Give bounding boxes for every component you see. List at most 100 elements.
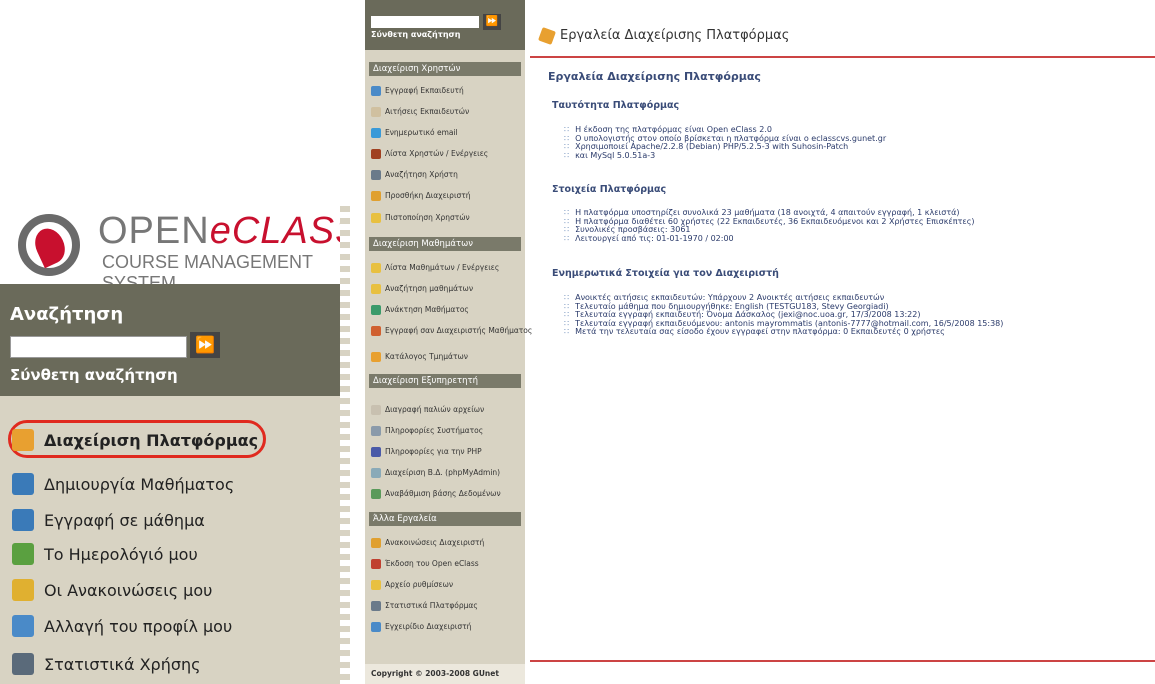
zoom-menu-item[interactable]: Αλλαγή του προφίλ μου — [12, 613, 232, 639]
info-line: Λειτουργεί από τις: 01-01-1970 / 02:00 — [564, 234, 734, 243]
sidebar-item-icon — [371, 622, 381, 632]
header-title-text: Εργαλεία Διαχείρισης Πλατφόρμας — [560, 28, 790, 43]
profile-icon — [12, 615, 34, 637]
sidebar-item[interactable]: Ανάκτηση Μαθήματος — [371, 304, 469, 316]
torn-edge — [340, 200, 350, 684]
sidebar-item-icon — [371, 170, 381, 180]
sidebar-item[interactable]: Διαχείριση Β.Δ. (phpMyAdmin) — [371, 467, 500, 479]
info-line: και MySql 5.0.51a-3 — [564, 151, 655, 160]
main-content: Εργαλεία Διαχείρισης Πλατφόρμας Εργαλεία… — [530, 0, 1155, 684]
sidebar-item[interactable]: Κατάλογος Τμημάτων — [371, 351, 468, 363]
sidebar-search: ⏩ Σύνθετη αναζήτηση — [365, 0, 525, 50]
sidebar-item-label: Στατιστικά Πλατφόρμας — [385, 601, 478, 610]
sidebar-item-label: Αναβάθμιση βάσης Δεδομένων — [385, 489, 501, 498]
logo-title: OPENeCLASS — [98, 210, 350, 252]
logo-mark-icon — [18, 214, 80, 276]
sidebar-item-label: Ενημερωτικό email — [385, 128, 458, 137]
sidebar-item[interactable]: Πληροφορίες για την PHP — [371, 446, 482, 458]
zoomed-sidebar-panel: OPENeCLASS COURSE MANAGEMENT SYSTEM Αναζ… — [0, 200, 350, 684]
sidebar-item-label: Λίστα Χρηστών / Ενέργειες — [385, 149, 489, 158]
sidebar-item-icon — [371, 149, 381, 159]
sidebar-item[interactable]: Αναβάθμιση βάσης Δεδομένων — [371, 488, 501, 500]
zoom-menu-item[interactable]: Στατιστικά Χρήσης — [12, 651, 201, 677]
sidebar-item[interactable]: Πιστοποίηση Χρηστών — [371, 212, 470, 224]
page-title: Εργαλεία Διαχείρισης Πλατφόρμας — [548, 70, 761, 83]
sidebar-item-label: Εγχειρίδιο Διαχειριστή — [385, 622, 472, 631]
header-title: Εργαλεία Διαχείρισης Πλατφόρμας — [538, 26, 790, 45]
sidebar-section-title: Άλλα Εργαλεία — [369, 512, 521, 526]
sidebar-item[interactable]: Ανακοινώσεις Διαχειριστή — [371, 537, 484, 549]
tools-icon — [538, 26, 556, 45]
sidebar-item-label: Αιτήσεις Εκπαιδευτών — [385, 107, 470, 116]
sidebar-item[interactable]: Στατιστικά Πλατφόρμας — [371, 600, 478, 612]
sidebar-item[interactable]: Αναζήτηση μαθημάτων — [371, 283, 473, 295]
sidebar-search-input[interactable] — [371, 16, 479, 28]
sidebar-item-label: Ανακοινώσεις Διαχειριστή — [385, 538, 485, 547]
sidebar-item[interactable]: Ενημερωτικό email — [371, 127, 458, 139]
sidebar-item-label: Διαχείριση Β.Δ. (phpMyAdmin) — [385, 468, 501, 477]
sidebar-item[interactable]: Λίστα Χρηστών / Ενέργειες — [371, 148, 488, 160]
zoom-menu-label: Δημιουργία Μαθήματος — [44, 474, 235, 494]
sidebar-search-button[interactable]: ⏩ — [483, 14, 501, 30]
sidebar-item[interactable]: Έκδοση του Open eClass — [371, 558, 479, 570]
zoom-menu-item[interactable]: Οι Ανακοινώσεις μου — [12, 577, 212, 603]
zoom-menu-item[interactable]: Το Ημερολόγιό μου — [12, 541, 198, 567]
sidebar-item-icon — [371, 559, 381, 569]
sidebar-item[interactable]: Αιτήσεις Εκπαιδευτών — [371, 106, 469, 118]
section-heading: Ενημερωτικά Στοιχεία για τον Διαχειριστή — [552, 268, 779, 279]
zoom-menu-item[interactable]: Δημιουργία Μαθήματος — [12, 471, 234, 497]
sidebar-item[interactable]: Λίστα Μαθημάτων / Ενέργειες — [371, 262, 499, 274]
footer-copyright: Copyright © 2003-2008 GUnet — [365, 664, 525, 684]
sidebar-item-icon — [371, 305, 381, 315]
sidebar-item-icon — [371, 284, 381, 294]
sidebar-section-title: Διαχείριση Μαθημάτων — [369, 237, 521, 251]
sidebar: ⏩ Σύνθετη αναζήτηση Διαχείριση Χρηστών Εγ… — [365, 0, 532, 684]
sidebar-item-label: Διαγραφή παλιών αρχείων — [385, 405, 485, 414]
sidebar-item[interactable]: Εγχειρίδιο Διαχειριστή — [371, 621, 471, 633]
zoom-menu-label: Το Ημερολόγιό μου — [44, 544, 198, 564]
sidebar-item-label: Εγγραφή σαν Διαχειριστής Μαθήματος — [385, 326, 533, 335]
announcement-icon — [12, 579, 34, 601]
sidebar-item[interactable]: Διαγραφή παλιών αρχείων — [371, 404, 484, 416]
sidebar-item-label: Αρχείο ρυθμίσεων — [385, 580, 454, 589]
stats-icon — [12, 653, 34, 675]
sidebar-item-label: Προσθήκη Διαχειριστή — [385, 191, 471, 200]
zoom-menu-label: Διαχείριση Πλατφόρμας — [44, 430, 259, 450]
sidebar-item[interactable]: Εγγραφή Εκπαιδευτή — [371, 85, 464, 97]
sidebar-item-label: Έκδοση του Open eClass — [385, 559, 479, 568]
openeclass-logo: OPENeCLASS COURSE MANAGEMENT SYSTEM — [0, 200, 350, 293]
calendar-icon — [12, 543, 34, 565]
sidebar-item-label: Πληροφορίες Συστήματος — [385, 426, 484, 435]
zoom-menu-label: Αλλαγή του προφίλ μου — [44, 616, 233, 636]
sidebar-item[interactable]: Αρχείο ρυθμίσεων — [371, 579, 453, 591]
sidebar-item-label: Αναζήτηση Χρήστη — [385, 170, 458, 179]
sidebar-item-label: Αναζήτηση μαθημάτων — [385, 284, 474, 293]
search-input[interactable] — [10, 336, 187, 358]
advanced-search-link[interactable]: Σύνθετη αναζήτηση — [10, 366, 178, 384]
sidebar-item-label: Ανάκτηση Μαθήματος — [385, 305, 469, 314]
zoom-menu-label: Οι Ανακοινώσεις μου — [44, 580, 213, 600]
sidebar-section-title: Διαχείριση Εξυπηρετητή — [369, 374, 521, 388]
sidebar-item-label: Πληροφορίες για την PHP — [385, 447, 482, 456]
sidebar-item-label: Λίστα Μαθημάτων / Ενέργειες — [385, 263, 500, 272]
sidebar-item-label: Πιστοποίηση Χρηστών — [385, 213, 470, 222]
sidebar-item[interactable]: Προσθήκη Διαχειριστή — [371, 190, 471, 202]
zoom-menu-label: Στατιστικά Χρήσης — [44, 654, 201, 674]
sidebar-item-icon — [371, 352, 381, 362]
search-go-button[interactable]: ⏩ — [190, 332, 220, 358]
sidebar-section-title: Διαχείριση Χρηστών — [369, 62, 521, 76]
zoom-menu-item[interactable]: Διαχείριση Πλατφόρμας — [12, 427, 258, 453]
sidebar-advanced-search-link[interactable]: Σύνθετη αναζήτηση — [371, 30, 460, 39]
zoom-menu-label: Εγγραφή σε μάθημα — [44, 510, 205, 530]
sidebar-item-icon — [371, 263, 381, 273]
zoom-menu-item[interactable]: Εγγραφή σε μάθημα — [12, 507, 205, 533]
sidebar-item-icon — [371, 107, 381, 117]
sidebar-item[interactable]: Αναζήτηση Χρήστη — [371, 169, 458, 181]
sidebar-item[interactable]: Πληροφορίες Συστήματος — [371, 425, 483, 437]
sidebar-item-icon — [371, 213, 381, 223]
sidebar-item[interactable]: Εγγραφή σαν Διαχειριστής Μαθήματος — [371, 325, 532, 337]
sidebar-item-icon — [371, 468, 381, 478]
footer-divider — [530, 660, 1155, 662]
sidebar-item-icon — [371, 601, 381, 611]
sidebar-item-label: Κατάλογος Τμημάτων — [385, 352, 468, 361]
